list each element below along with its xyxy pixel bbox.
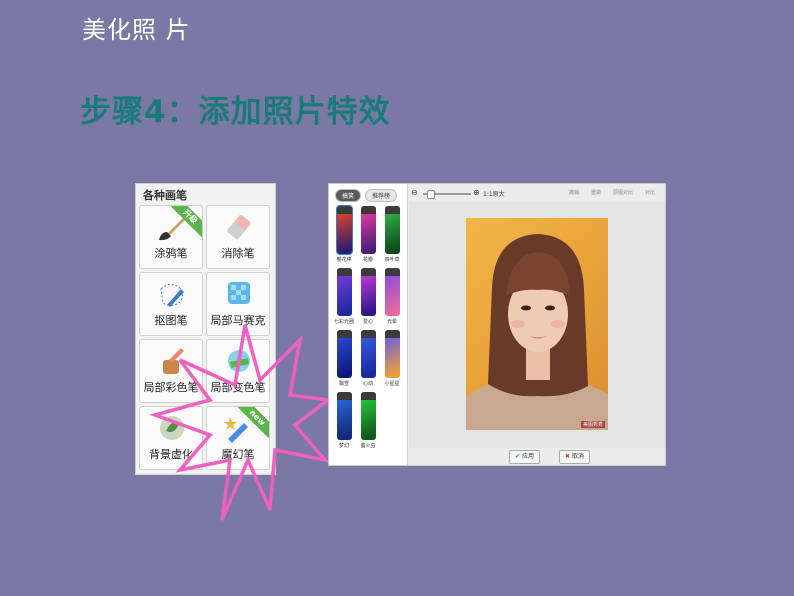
cutout-pen-icon bbox=[160, 283, 184, 307]
brush-label: 局部变色笔 bbox=[210, 381, 266, 394]
effect-item[interactable]: 樱花棒 bbox=[332, 205, 356, 266]
effect-label: 爱心 bbox=[362, 319, 373, 325]
brush-button-color-pen[interactable]: 局部彩色笔 bbox=[139, 339, 203, 403]
effect-thumbnail bbox=[336, 268, 352, 316]
tab-recommended[interactable]: 推荐榜 bbox=[365, 189, 398, 202]
effects-sidebar: 搞笑 推荐榜 樱花棒 花瓣 四叶草七彩光圈 爱心 光晕飘雪 心动 小星星梦幻 萤火虫 bbox=[329, 184, 408, 465]
effect-label: 小星星 bbox=[384, 381, 400, 387]
effect-label: 樱花棒 bbox=[336, 257, 352, 263]
effect-item[interactable]: 花瓣 bbox=[356, 206, 380, 266]
portrait-image bbox=[466, 234, 608, 430]
effect-thumbnail bbox=[336, 330, 352, 378]
zoom-in-icon[interactable]: ⊕ bbox=[473, 188, 480, 197]
effect-item[interactable]: 小星星 bbox=[380, 330, 404, 390]
brush-button-color-change[interactable]: 局部变色笔 bbox=[206, 339, 270, 403]
brush-button-blur-background[interactable]: 背景虚化 bbox=[139, 406, 203, 470]
effects-footer: ✔ 应用 ✖ 取消 bbox=[409, 448, 665, 465]
step-title: 步骤4：添加照片特效 bbox=[80, 94, 391, 130]
effect-item[interactable]: 四叶草 bbox=[380, 206, 404, 266]
brush-button-mosaic[interactable]: 局部马赛克 bbox=[206, 272, 270, 336]
effect-label: 光晕 bbox=[386, 319, 397, 325]
effect-label: 梦幻 bbox=[338, 443, 349, 449]
apply-label: 应用 bbox=[522, 453, 535, 460]
brush-panel: 各种画笔 升级 涂鸦笔 消除笔 抠图笔 局部马赛克 局部彩色笔 局部变色笔 背景… bbox=[135, 183, 276, 475]
mosaic-icon bbox=[228, 282, 250, 304]
color-change-icon bbox=[228, 350, 250, 372]
blur-background-icon bbox=[160, 416, 184, 440]
effects-window: 搞笑 推荐榜 樱花棒 花瓣 四叶草七彩光圈 爱心 光晕飘雪 心动 小星星梦幻 萤火虫 ⊖ ⊕ … bbox=[328, 183, 666, 466]
compare-button[interactable]: 对比 bbox=[645, 189, 655, 196]
brush-grid: 升级 涂鸦笔 消除笔 抠图笔 局部马赛克 局部彩色笔 局部变色笔 背景虚化 ne… bbox=[139, 205, 273, 470]
brush-label: 局部马赛克 bbox=[210, 314, 266, 327]
effect-item[interactable]: 萤火虫 bbox=[356, 392, 380, 452]
effects-grid: 樱花棒 花瓣 四叶草七彩光圈 爱心 光晕飘雪 心动 小星星梦幻 萤火虫 bbox=[332, 205, 404, 452]
effect-label: 七彩光圈 bbox=[333, 319, 354, 325]
effect-thumbnail bbox=[360, 206, 376, 254]
brush-label: 局部彩色笔 bbox=[143, 381, 199, 394]
tab-funny[interactable]: 搞笑 bbox=[335, 189, 362, 202]
zoom-out-icon[interactable]: ⊖ bbox=[411, 188, 418, 197]
brush-button-magic-pen[interactable]: new 魔幻笔 bbox=[206, 406, 270, 470]
effect-thumbnail bbox=[384, 268, 400, 316]
slide-title: 美化照 片 bbox=[82, 16, 191, 44]
effect-item[interactable]: 七彩光圈 bbox=[332, 268, 356, 328]
photo-canvas: 美图秀秀 bbox=[409, 202, 665, 448]
effect-thumbnail bbox=[360, 330, 376, 378]
color-pen-icon bbox=[163, 348, 184, 374]
cancel-icon: ✖ bbox=[565, 453, 571, 460]
effect-item[interactable]: 梦幻 bbox=[332, 392, 356, 452]
effect-label: 四叶草 bbox=[384, 257, 400, 263]
effect-thumbnail bbox=[336, 392, 352, 440]
undo-button[interactable]: 撤销 bbox=[569, 189, 579, 196]
cancel-button[interactable]: ✖ 取消 bbox=[559, 450, 591, 464]
effect-label: 心动 bbox=[362, 381, 373, 387]
effect-thumbnail bbox=[360, 392, 376, 440]
cancel-label: 取消 bbox=[572, 453, 585, 460]
checkmark-icon: ✔ bbox=[515, 453, 521, 460]
watermark: 美图秀秀 bbox=[580, 421, 605, 428]
brush-label: 涂鸦笔 bbox=[154, 247, 188, 260]
effect-thumbnail bbox=[384, 206, 400, 254]
effect-thumbnail bbox=[384, 330, 400, 378]
portrait-photo: 美图秀秀 bbox=[466, 218, 608, 430]
effect-thumbnail bbox=[360, 268, 376, 316]
effects-tabs: 搞笑 推荐榜 bbox=[335, 189, 398, 202]
zoom-actual-size[interactable]: 1:1原大 bbox=[483, 189, 505, 198]
effect-label: 飘雪 bbox=[338, 381, 349, 387]
brush-button-doodle[interactable]: 升级 涂鸦笔 bbox=[139, 205, 203, 269]
effect-item[interactable]: 飘雪 bbox=[332, 330, 356, 390]
brush-label: 魔幻笔 bbox=[221, 448, 255, 461]
brush-panel-title: 各种画笔 bbox=[143, 189, 187, 202]
compare-original-button[interactable]: 原图对比 bbox=[613, 189, 633, 196]
brush-button-eraser[interactable]: 消除笔 bbox=[206, 205, 270, 269]
effect-item[interactable]: 光晕 bbox=[380, 268, 404, 328]
effects-toolbar: ⊖ ⊕ 1:1原大 撤销 重做 原图对比 对比 bbox=[409, 187, 665, 201]
brush-button-cutout[interactable]: 抠图笔 bbox=[139, 272, 203, 336]
brush-label: 抠图笔 bbox=[154, 314, 188, 327]
eraser-icon bbox=[227, 214, 251, 240]
redo-button[interactable]: 重做 bbox=[591, 189, 601, 196]
effect-item[interactable]: 心动 bbox=[356, 330, 380, 390]
zoom-slider-thumb[interactable] bbox=[427, 190, 435, 199]
brush-label: 背景虚化 bbox=[149, 448, 193, 461]
effect-label: 萤火虫 bbox=[360, 443, 376, 449]
brush-label: 消除笔 bbox=[221, 247, 255, 260]
effect-thumbnail bbox=[335, 205, 353, 255]
effect-label: 花瓣 bbox=[362, 257, 373, 263]
effect-item[interactable]: 爱心 bbox=[356, 268, 380, 328]
apply-button[interactable]: ✔ 应用 bbox=[509, 450, 541, 464]
